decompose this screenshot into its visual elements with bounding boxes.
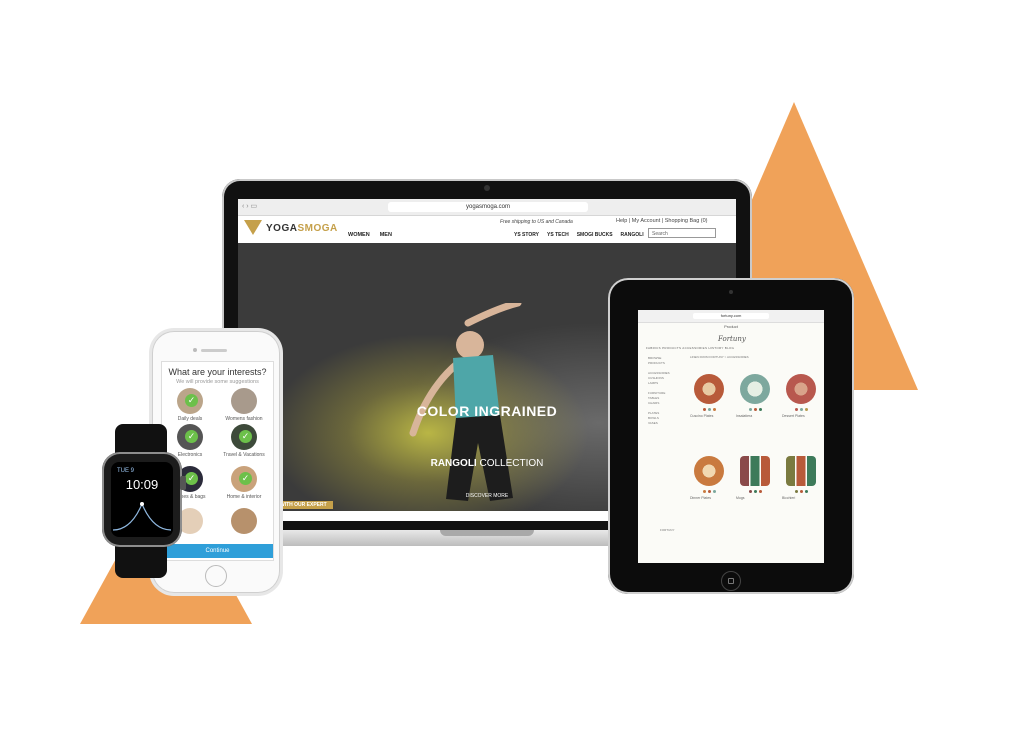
interest-image [231,508,257,534]
check-icon: ✓ [239,472,252,485]
site-logo[interactable]: YOGASMOGA [244,220,338,236]
nav-ys-tech[interactable]: YS TECH [547,232,569,238]
watch-date: TUE 9 [117,468,135,474]
product-image [740,456,770,486]
watch-screen: TUE 9 10:09 [111,462,173,537]
interest-label: Travel & Vacations [223,452,265,458]
product-name: Cuscino Plates [690,414,714,418]
hero-subtitle-bold: RANGOLI [430,458,477,469]
product-image [740,374,770,404]
continue-button[interactable]: Continue [162,544,273,558]
main-nav: WOMEN MEN [348,232,392,238]
nav-smogi-bucks[interactable]: SMOGI BUCKS [577,232,613,238]
tablet-home-button[interactable] [721,571,741,591]
logo-text-part2: SMOGA [297,222,338,234]
tablet-screen: fortuny.com Product Fortuny FABRICS PROD… [638,310,824,563]
logo-triangle-icon [244,220,262,236]
interests-subtitle: We will provide some suggestions [176,379,259,385]
tablet-menu[interactable]: FABRICS PRODUCTS ACCESSORIES HISTORY BLO… [646,346,734,350]
interest-home-interior[interactable]: ✓ Home & interior [219,466,269,500]
product-name: Bicchieri [782,496,796,500]
interest-womens-fashion[interactable]: Womens fashion [219,388,269,422]
hero-subtitle-rest: COLLECTION [476,458,544,469]
interest-label: Home & interior [226,494,262,500]
phone-camera [193,348,197,352]
interests-title: What are your interests? [168,367,267,377]
check-icon: ✓ [185,394,198,407]
browser-nav-icons[interactable]: ‹ › ▭ [242,202,257,210]
color-swatches [736,408,774,411]
product-card[interactable]: Dinner Plates [690,456,728,500]
interest-image: ✓ [231,424,257,450]
color-swatches [690,408,728,411]
check-icon: ✓ [239,430,252,443]
fortuny-logo[interactable]: Fortuny [718,335,746,343]
product-name: Dessert Plates [782,414,805,418]
interest-daily-deals[interactable]: ✓ Daily deals [165,388,215,422]
address-bar[interactable]: yogasmoga.com [388,202,588,212]
interest-more-2[interactable] [219,508,269,534]
color-swatches [736,490,774,493]
color-swatches [782,408,820,411]
product-name: Dinner Plates [690,496,712,500]
interest-image: ✓ [231,466,257,492]
tablet-tab-title[interactable]: Product [638,324,824,329]
sidebar-item[interactable]: VASES [648,421,680,426]
check-icon: ✓ [185,472,198,485]
nav-women[interactable]: WOMEN [348,232,370,238]
sun-wave-graph [112,502,172,531]
interest-image: ✓ [177,424,203,450]
check-icon: ✓ [185,430,198,443]
phone-speaker [201,349,227,352]
tablet-category-heading: LINEN FROM FORTUNY > ACCESSORIES [690,355,749,359]
tablet-footer: FORTUNY [660,528,675,532]
product-image [786,456,816,486]
product-card[interactable]: Dessert Plates [782,374,820,418]
product-image [694,456,724,486]
expert-banner[interactable]: WITH OUR EXPERT [274,501,333,509]
interest-label: Daily deals [177,416,203,422]
tablet-browser-bar: fortuny.com [638,310,824,323]
watch-crown[interactable] [180,476,186,490]
product-image [694,374,724,404]
product-name: Mugs [736,496,745,500]
nav-ys-story[interactable]: YS STORY [514,232,539,238]
interest-travel[interactable]: ✓ Travel & Vacations [219,424,269,458]
tablet-sidebar: BROWSE PRODUCTS ACCESSORIES CUSHIONS LAMPS … [648,356,680,426]
logo-text-part1: YOGA [266,222,298,234]
laptop-notch [440,530,534,536]
product-card[interactable]: Cuscino Plates [690,374,728,418]
product-card[interactable]: Bicchieri [782,456,820,500]
color-swatches [690,490,728,493]
nav-rangoli[interactable]: RANGOLI [621,232,644,238]
shipping-note: Free shipping to US and Canada [500,219,573,225]
phone-home-button[interactable] [205,565,227,587]
product-name: Insalatiera [736,414,753,418]
tablet-address-bar[interactable]: fortuny.com [693,313,769,319]
top-links[interactable]: Help | My Account | Shopping Bag (0) [616,218,708,224]
search-input[interactable]: Search [648,228,716,238]
secondary-nav: YS STORY YS TECH SMOGI BUCKS RANGOLI [514,232,644,238]
laptop-camera [484,185,490,191]
browser-toolbar: ‹ › ▭ yogasmoga.com [238,199,736,216]
interest-image: ✓ [177,388,203,414]
nav-men[interactable]: MEN [380,232,392,238]
product-card[interactable]: Insalatiera [736,374,774,418]
product-image [786,374,816,404]
interest-image [231,388,257,414]
color-swatches [782,490,820,493]
interest-electronics[interactable]: ✓ Electronics [165,424,215,458]
product-card[interactable]: Mugs [736,456,774,500]
interest-label: Womens fashion [225,416,263,422]
tablet-camera [729,290,733,294]
watch-time: 10:09 [125,477,159,492]
